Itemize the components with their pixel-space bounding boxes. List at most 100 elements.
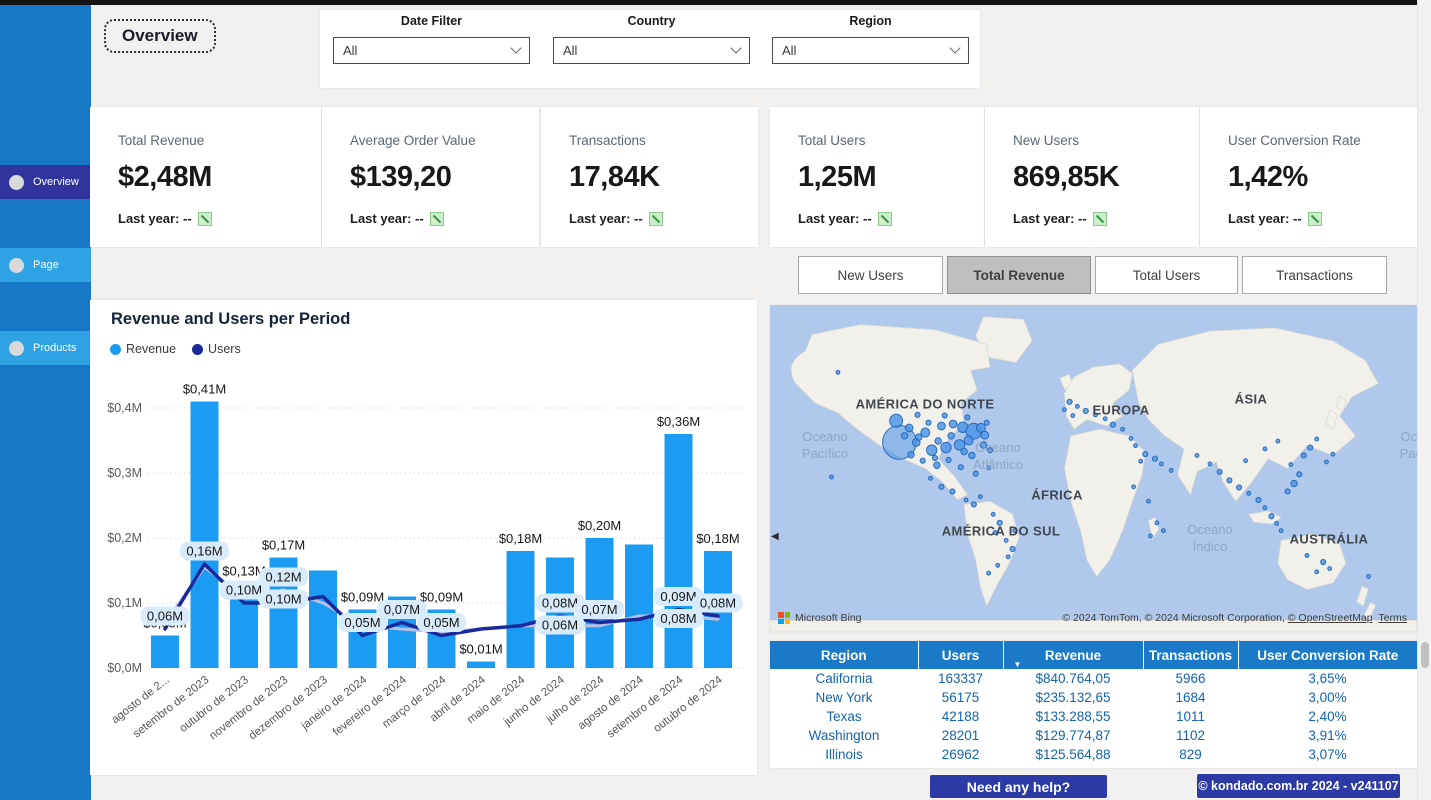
- kpi-card-total-users: Total Users 1,25M Last year: --: [770, 107, 984, 247]
- date-filter-dropdown[interactable]: All: [333, 37, 530, 64]
- revenue-bar[interactable]: [467, 662, 495, 669]
- chart-title: Revenue and Users per Period: [111, 310, 350, 329]
- cell-revenue: $235.132,65: [1003, 688, 1143, 707]
- kpi-value: $139,20: [350, 161, 529, 194]
- terms-link[interactable]: Terms: [1378, 612, 1407, 624]
- kpi-value: 1,42%: [1228, 161, 1407, 194]
- sidebar-item-overview[interactable]: Overview: [0, 165, 91, 199]
- cell-conversion: 3,91%: [1238, 726, 1417, 745]
- map-bubble: [987, 448, 992, 453]
- table-row[interactable]: Illinois26962$125.564,888293,07%: [770, 745, 1417, 764]
- legend-item-revenue[interactable]: Revenue: [110, 342, 176, 356]
- scrollbar-thumb[interactable]: [1421, 642, 1429, 668]
- country-filter-dropdown[interactable]: All: [553, 37, 750, 64]
- help-button[interactable]: Need any help?: [930, 775, 1107, 798]
- cell-region: Illinois: [770, 745, 918, 764]
- map-bubble: [1121, 427, 1125, 431]
- cell-users: 163337: [918, 669, 1003, 688]
- country-filter-group: Country All: [553, 14, 750, 64]
- column-header-revenue[interactable]: Revenue▼: [1003, 641, 1143, 669]
- revenue-bar[interactable]: [546, 558, 574, 669]
- kpi-card-new-users: New Users 869,85K Last year: --: [985, 107, 1199, 247]
- date-filter-group: Date Filter All: [333, 14, 530, 64]
- map-bubble: [965, 415, 970, 420]
- map-bubble: [934, 462, 940, 469]
- map-bubble: [1169, 469, 1173, 473]
- map-bubble: [981, 431, 989, 439]
- combo-chart-plot[interactable]: $0,0M$0,1M$0,2M$0,3M$0,4Magosto de 2...s…: [90, 358, 757, 775]
- map-copyright: © 2024 TomTom, © 2024 Microsoft Corporat…: [1062, 612, 1287, 624]
- y-axis-tick: $0,0M: [107, 661, 142, 675]
- column-header-user-conversion-rate[interactable]: User Conversion Rate: [1238, 641, 1417, 669]
- map-bubble: [836, 370, 840, 374]
- map-bubble: [908, 451, 914, 458]
- revenue-bar[interactable]: [309, 571, 337, 669]
- revenue-bar[interactable]: [191, 402, 219, 669]
- cell-region: Washington: [770, 726, 918, 745]
- map-provider: Microsoft Bing: [778, 612, 862, 624]
- map-collapse-icon[interactable]: ◀: [771, 531, 779, 542]
- map-bubble: [939, 484, 944, 489]
- revenue-bar[interactable]: [665, 434, 693, 668]
- map-bubble: [929, 476, 933, 480]
- table-row[interactable]: California163337$840.764,0559663,65%: [770, 669, 1417, 688]
- revenue-bar[interactable]: [507, 551, 535, 668]
- world-map[interactable]: AMÉRICA DO NORTEEUROPAÁSIAÁFRICAAMÉRICA …: [770, 305, 1417, 632]
- map-bubble: [1134, 444, 1138, 448]
- table-row[interactable]: Washington28201$129.774,8711023,91%: [770, 726, 1417, 745]
- column-header-region[interactable]: Region: [770, 641, 918, 669]
- metric-button-new-users[interactable]: New Users: [798, 256, 943, 294]
- map-bubble: [978, 495, 982, 499]
- sidebar-item-products[interactable]: Products: [0, 331, 91, 365]
- region-filter-dropdown[interactable]: All: [772, 37, 969, 64]
- sidebar-item-page[interactable]: Page: [0, 248, 91, 282]
- users-data-label: 0,06M: [542, 618, 578, 633]
- cell-transactions: 1102: [1143, 726, 1238, 745]
- map-bubble: [997, 520, 1002, 525]
- metric-button-total-users[interactable]: Total Users: [1095, 256, 1238, 294]
- map-bubble: [926, 420, 931, 425]
- legend-item-users[interactable]: Users: [192, 342, 241, 356]
- metric-button-transactions[interactable]: Transactions: [1242, 256, 1387, 294]
- map-bubble: [1321, 559, 1326, 564]
- map-bubble: [915, 412, 920, 417]
- map-bubble: [987, 571, 991, 575]
- map-bubble: [1247, 491, 1251, 495]
- map-bubble: [1132, 485, 1136, 489]
- map-bubble: [1305, 554, 1309, 558]
- table-row[interactable]: New York56175$235.132,6516843,00%: [770, 688, 1417, 707]
- map-bubble: [946, 457, 951, 462]
- revenue-bar[interactable]: [151, 636, 179, 669]
- column-header-users[interactable]: Users: [918, 641, 1003, 669]
- legend-dot-users: [192, 344, 203, 355]
- chart-legend: Revenue Users: [110, 342, 241, 356]
- map-bubble: [1236, 485, 1241, 490]
- dashboard-root: Overview Page Products Overview Date Fil…: [0, 0, 1431, 800]
- chevron-down-icon: [730, 42, 741, 53]
- column-header-transactions[interactable]: Transactions: [1143, 641, 1238, 669]
- trend-down-icon: [198, 212, 212, 226]
- table-row[interactable]: Texas42188$133.288,5510112,40%: [770, 707, 1417, 726]
- revenue-bar[interactable]: [625, 545, 653, 669]
- map-bubble: [1147, 499, 1151, 503]
- cell-conversion: 3,00%: [1238, 688, 1417, 707]
- revenue-data-label: $0,09M: [420, 590, 463, 605]
- cell-revenue: $133.288,55: [1003, 707, 1143, 726]
- map-bubble: [1315, 437, 1319, 441]
- map-bubble: [830, 475, 834, 479]
- map-bubble: [1324, 460, 1328, 464]
- legend-label: Users: [208, 342, 241, 356]
- revenue-data-label: $0,41M: [183, 382, 226, 397]
- cell-users: 56175: [918, 688, 1003, 707]
- date-filter-label: Date Filter: [333, 14, 530, 28]
- region-filter-value: All: [782, 43, 796, 58]
- map-bubble: [1139, 459, 1143, 463]
- openstreetmap-link[interactable]: © OpenStreetMap: [1288, 612, 1373, 624]
- map-bubble: [1067, 399, 1072, 404]
- users-data-label: 0,08M: [660, 611, 696, 626]
- x-axis-tick: outubro de 2024: [651, 674, 725, 735]
- scrollbar-track[interactable]: [1417, 0, 1431, 800]
- metric-button-total-revenue[interactable]: Total Revenue: [947, 256, 1091, 294]
- map-bubble: [1275, 521, 1279, 525]
- cell-revenue: $129.774,87: [1003, 726, 1143, 745]
